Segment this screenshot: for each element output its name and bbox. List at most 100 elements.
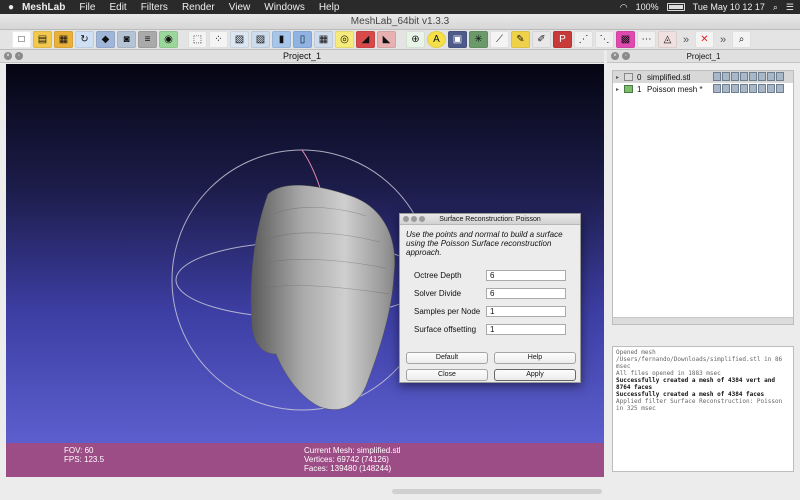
flat-icon[interactable] (749, 84, 757, 93)
texture-icon[interactable] (767, 72, 775, 81)
measure-tool-icon[interactable]: ⋰ (574, 31, 593, 48)
dialog-title: Surface Reconstruction: Poisson (439, 216, 541, 223)
menu-help[interactable]: Help (319, 2, 340, 13)
dialog-description: Use the points and normal to build a sur… (406, 230, 563, 257)
pick-icon[interactable]: ✎ (511, 31, 530, 48)
close-button[interactable]: Close (406, 369, 488, 381)
wifi-icon[interactable]: ◠ (620, 2, 628, 13)
selection-icon[interactable]: ▣ (448, 31, 467, 48)
reference-icon[interactable]: ⋱ (595, 31, 614, 48)
close-icon[interactable]: × (4, 52, 12, 60)
float-icon[interactable]: ◦ (622, 52, 630, 60)
default-button[interactable]: Default (406, 352, 488, 364)
paint-icon[interactable]: ✐ (532, 31, 551, 48)
raster-icon[interactable]: ⋯ (637, 31, 656, 48)
menu-file[interactable]: File (79, 2, 95, 13)
layer-panel-header: × ◦ Project_1 (607, 50, 800, 63)
reload-icon[interactable]: ↻ (75, 31, 94, 48)
close-icon[interactable]: × (611, 52, 619, 60)
menu-view[interactable]: View (229, 2, 251, 13)
solver-divide-input[interactable]: 6 (486, 287, 566, 299)
horizontal-scrollbar[interactable] (392, 489, 602, 494)
save-icon[interactable]: ◆ (96, 31, 115, 48)
measure-icon[interactable]: ✳ (469, 31, 488, 48)
hidden-lines-icon[interactable] (740, 72, 748, 81)
dialog-close-icon[interactable] (403, 216, 409, 222)
axis-icon[interactable]: ⊕ (406, 31, 425, 48)
menu-windows[interactable]: Windows (264, 2, 305, 13)
layer-index: 0 (637, 72, 642, 82)
samples-per-node-input[interactable]: 1 (486, 305, 566, 317)
snapshot-icon[interactable]: ◙ (117, 31, 136, 48)
expand-icon[interactable]: ▸ (616, 74, 624, 81)
overflow-chevron-2-icon[interactable]: » (716, 31, 730, 48)
flat-icon[interactable]: ▮ (272, 31, 291, 48)
expand-icon[interactable]: ▸ (616, 86, 624, 93)
layer-render-icons (713, 72, 784, 81)
battery-icon[interactable] (666, 3, 685, 11)
bbox-icon[interactable] (713, 84, 721, 93)
apple-icon[interactable]: ● (0, 2, 22, 13)
octree-depth-input[interactable]: 6 (486, 269, 566, 281)
zoom-icon[interactable]: ⌕ (732, 31, 751, 48)
layer-row[interactable]: ▸ 0 simplified.stl (613, 71, 793, 83)
open-icon[interactable]: ▤ (33, 31, 52, 48)
bbox-icon[interactable] (713, 72, 721, 81)
no-select-icon[interactable]: ✕ (695, 31, 714, 48)
list-icon[interactable]: ☰ (786, 2, 794, 13)
status-area: ◠ 100% Tue May 10 12 17 ⌕ ☰ (620, 2, 800, 13)
smooth-icon[interactable] (758, 84, 766, 93)
bbox-icon[interactable]: ⬚ (188, 31, 207, 48)
hidden-lines-icon[interactable] (740, 84, 748, 93)
points-icon[interactable] (722, 84, 730, 93)
texture-icon[interactable]: ▦ (314, 31, 333, 48)
color-icon[interactable]: ◣ (377, 31, 396, 48)
help-button[interactable]: Help (494, 352, 576, 364)
dialog-titlebar[interactable]: Surface Reconstruction: Poisson (400, 214, 580, 225)
current-mesh-readout: Current Mesh: simplified.stl (304, 446, 401, 455)
layer-list: ▸ 0 simplified.stl ▸ 1 Poisson mesh * (612, 70, 794, 325)
float-icon[interactable]: ◦ (15, 52, 23, 60)
dialog-zoom-icon[interactable] (419, 216, 425, 222)
light-icon[interactable]: ◎ (335, 31, 354, 48)
param-label: Solver Divide (414, 288, 462, 298)
visibility-icon[interactable] (624, 73, 633, 81)
clock[interactable]: Tue May 10 12 17 (693, 2, 765, 12)
paint-p-icon[interactable]: P (553, 31, 572, 48)
layer-row[interactable]: ▸ 1 Poisson mesh * (613, 83, 793, 95)
wireframe-icon[interactable]: ▧ (230, 31, 249, 48)
surface-offsetting-input[interactable]: 1 (486, 323, 566, 335)
color-swatch-icon[interactable]: ▩ (616, 31, 635, 48)
overflow-chevron-icon[interactable]: » (679, 31, 693, 48)
menu-app-name[interactable]: MeshLab (22, 2, 65, 13)
search-icon[interactable]: ⌕ (773, 2, 778, 13)
align-icon[interactable]: ⟋ (490, 31, 509, 48)
points-icon[interactable]: ⁘ (209, 31, 228, 48)
dialog-minimize-icon[interactable] (411, 216, 417, 222)
fancy-light-icon[interactable]: ◢ (356, 31, 375, 48)
globe-icon[interactable]: ◉ (159, 31, 178, 48)
smooth-icon[interactable] (758, 72, 766, 81)
apply-button[interactable]: Apply (494, 369, 576, 381)
color-icon[interactable] (776, 72, 784, 81)
wireframe-icon[interactable] (731, 72, 739, 81)
visibility-icon[interactable] (624, 85, 633, 93)
layer-render-icons (713, 84, 784, 93)
menu-render[interactable]: Render (182, 2, 215, 13)
layer-list-scrollbar[interactable] (613, 317, 793, 324)
new-icon[interactable]: □ (12, 31, 31, 48)
layer-index: 1 (637, 84, 642, 94)
raster2-icon[interactable]: ◬ (658, 31, 677, 48)
hidden-lines-icon[interactable]: ▨ (251, 31, 270, 48)
smooth-icon[interactable]: ▯ (293, 31, 312, 48)
texture-icon[interactable] (767, 84, 775, 93)
menu-edit[interactable]: Edit (109, 2, 126, 13)
open-project-icon[interactable]: ▦ (54, 31, 73, 48)
color-icon[interactable] (776, 84, 784, 93)
points-icon[interactable] (722, 72, 730, 81)
annotation-icon[interactable]: A (427, 31, 446, 48)
wireframe-icon[interactable] (731, 84, 739, 93)
layers-icon[interactable]: ≡ (138, 31, 157, 48)
menu-filters[interactable]: Filters (141, 2, 168, 13)
flat-icon[interactable] (749, 72, 757, 81)
